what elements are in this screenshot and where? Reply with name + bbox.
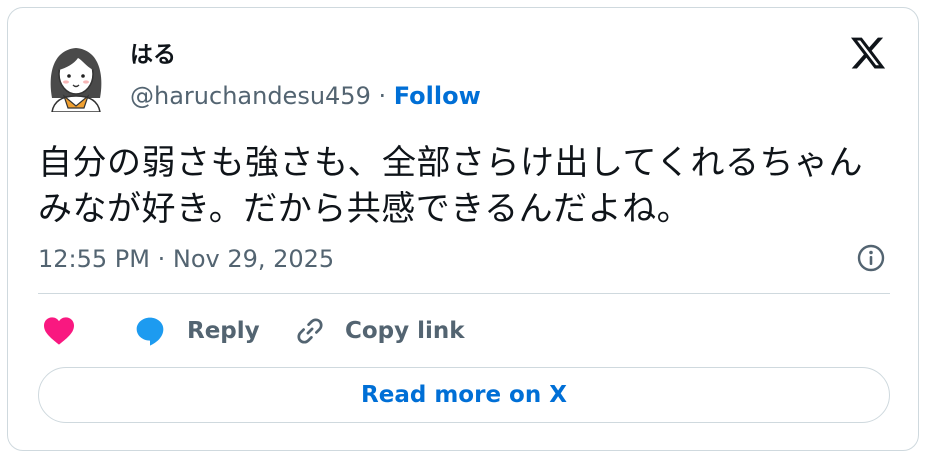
tweet-text: 自分の弱さも強さも、全部さらけ出してくれるちゃんみなが好き。だから共感できるんだ…	[38, 143, 863, 229]
copy-link-button[interactable]: Copy link	[293, 311, 465, 351]
reply-button[interactable]: Reply	[133, 311, 260, 351]
display-name[interactable]: はる	[130, 40, 176, 70]
handle-row: @haruchandesu459 · Follow	[130, 80, 481, 112]
user-handle[interactable]: @haruchandesu459	[130, 82, 371, 110]
avatar[interactable]	[38, 36, 114, 112]
heart-icon	[44, 317, 74, 345]
separator-dot: ·	[370, 82, 394, 110]
like-button[interactable]	[42, 311, 76, 351]
read-more-button[interactable]: Read more on X	[38, 367, 890, 423]
link-icon	[297, 318, 323, 344]
divider	[38, 293, 890, 294]
copy-link-label: Copy link	[345, 318, 465, 344]
read-more-label: Read more on X	[361, 382, 567, 408]
timestamp[interactable]: 12:55 PM · Nov 29, 2025	[38, 244, 334, 274]
reply-label: Reply	[187, 318, 260, 344]
info-icon[interactable]	[855, 242, 887, 274]
speech-bubble-icon	[136, 317, 164, 346]
x-logo-icon[interactable]	[849, 34, 887, 72]
follow-link[interactable]: Follow	[394, 82, 481, 110]
